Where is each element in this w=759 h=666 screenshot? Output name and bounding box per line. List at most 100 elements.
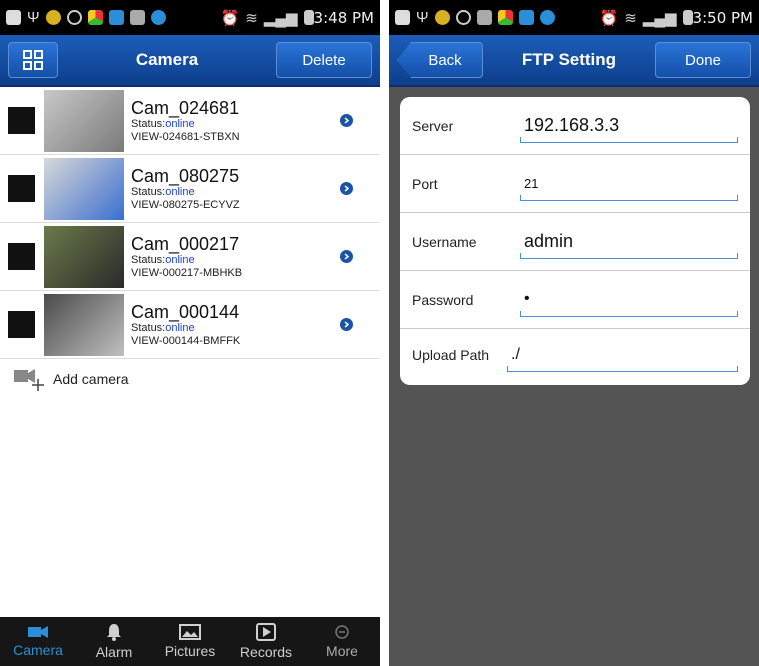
status-label: Status: [131, 118, 166, 131]
username-row: Username [400, 213, 750, 271]
camera-thumbnail [44, 225, 124, 288]
camera-list: Cam_024681 Status:online VIEW-024681-STBXN… [0, 87, 380, 359]
camera-row[interactable]: Cam_080275 Status:online VIEW-080275-ECYVZ [0, 155, 380, 223]
page-title: Camera [135, 50, 199, 69]
grid-view-button[interactable] [8, 42, 58, 78]
app-icon [434, 10, 450, 25]
upload-path-input[interactable] [511, 345, 738, 364]
back-button[interactable]: Back [397, 42, 483, 78]
page-title: FTP Setting [521, 50, 617, 69]
camera-list-screen: Ψ ⏰ ≋ ▂▄▆ 3:48 PM Camera Delete Cam_0246… [0, 0, 380, 666]
battery-icon [303, 10, 314, 25]
add-camera-label: Add camera [53, 371, 129, 387]
chevron-right-icon[interactable] [340, 182, 353, 195]
more-icon [335, 625, 349, 639]
camera-header: Camera Delete [0, 35, 380, 87]
app-icon [539, 10, 555, 25]
done-button[interactable]: Done [654, 42, 751, 78]
camera-uid: VIEW-000144-BMFFK [131, 334, 241, 347]
upload-path-label: Upload Path [412, 347, 490, 363]
password-input[interactable] [524, 290, 738, 308]
camera-checkbox[interactable] [8, 107, 35, 134]
notification-plus-icon [6, 10, 21, 25]
sync-icon [66, 10, 82, 25]
signal-icon: ▂▄▆ [263, 9, 298, 27]
app-icon [150, 10, 166, 25]
tab-label: Pictures [164, 643, 216, 659]
play-icon [256, 623, 276, 641]
chrome-icon [87, 10, 103, 25]
password-field-wrap [520, 283, 738, 317]
tab-alarm[interactable]: Alarm [76, 617, 152, 666]
ftp-form: Server Port Username Password Upload Pat… [400, 97, 750, 385]
clock: 3:50 PM [692, 8, 753, 27]
server-field-wrap [520, 109, 738, 143]
tab-label: More [326, 643, 358, 659]
username-field-wrap [520, 225, 738, 259]
upload-path-field-wrap [507, 338, 738, 372]
tab-camera[interactable]: Camera [0, 617, 76, 666]
add-camera-icon [14, 369, 44, 391]
camera-checkbox[interactable] [8, 175, 35, 202]
status-bar: Ψ ⏰ ≋ ▂▄▆ 3:48 PM [0, 0, 380, 35]
battery-icon [682, 10, 693, 25]
username-input[interactable] [524, 230, 738, 252]
chevron-right-icon[interactable] [340, 250, 353, 263]
picture-icon [179, 624, 201, 640]
chevron-right-icon[interactable] [340, 318, 353, 331]
status-icons: Ψ ⏰ ≋ ▂▄▆ [395, 9, 693, 27]
tab-label: Alarm [95, 644, 133, 660]
tab-label: Camera [13, 642, 63, 658]
camera-icon [28, 626, 48, 638]
username-label: Username [412, 233, 477, 250]
camera-row[interactable]: Cam_024681 Status:online VIEW-024681-STBXN [0, 87, 380, 155]
grid-icon [23, 50, 43, 70]
upload-path-row: Upload Path [400, 329, 750, 381]
bell-icon [107, 624, 121, 641]
back-label: Back [428, 51, 462, 69]
camera-checkbox[interactable] [8, 311, 35, 338]
wifi-icon: ≋ [245, 9, 258, 27]
port-field-wrap [520, 167, 738, 201]
alarm-icon: ⏰ [220, 9, 240, 27]
ftp-header: Back FTP Setting Done [389, 35, 759, 87]
password-label: Password [412, 291, 474, 308]
alarm-icon: ⏰ [599, 9, 619, 27]
camera-uid: VIEW-080275-ECYVZ [131, 198, 240, 211]
status-value: online [165, 322, 195, 335]
notification-plus-icon [395, 10, 410, 25]
status-value: online [165, 254, 195, 267]
port-label: Port [412, 175, 438, 192]
app-icon [45, 10, 61, 25]
wifi-icon: ≋ [624, 9, 637, 27]
status-value: online [165, 118, 195, 131]
image-icon [476, 10, 492, 25]
camera-row[interactable]: Cam_000217 Status:online VIEW-000217-MBHKB [0, 223, 380, 291]
status-label: Status: [131, 186, 166, 199]
camera-thumbnail [44, 293, 124, 356]
add-camera-button[interactable]: Add camera [0, 359, 380, 399]
status-label: Status: [131, 254, 166, 267]
image-icon [129, 10, 145, 25]
tab-pictures[interactable]: Pictures [152, 617, 228, 666]
signal-icon: ▂▄▆ [642, 9, 677, 27]
camera-checkbox[interactable] [8, 243, 35, 270]
usb-icon: Ψ [416, 9, 429, 26]
status-value: online [165, 186, 195, 199]
status-icons: Ψ ⏰ ≋ ▂▄▆ [6, 9, 314, 27]
password-row: Password [400, 271, 750, 329]
server-label: Server [412, 117, 454, 134]
ftp-setting-screen: Ψ ⏰ ≋ ▂▄▆ 3:50 PM Back FTP Setting Done … [389, 0, 759, 666]
app-icon [108, 10, 124, 25]
tab-records[interactable]: Records [228, 617, 304, 666]
clock: 3:48 PM [313, 8, 374, 27]
chevron-right-icon[interactable] [340, 114, 353, 127]
status-label: Status: [131, 322, 166, 335]
camera-thumbnail [44, 157, 124, 220]
camera-row[interactable]: Cam_000144 Status:online VIEW-000144-BMFFK [0, 291, 380, 359]
port-input[interactable] [524, 175, 738, 191]
server-input[interactable] [524, 114, 738, 136]
delete-button[interactable]: Delete [276, 42, 372, 78]
tab-more[interactable]: More [304, 617, 380, 666]
camera-uid: VIEW-024681-STBXN [131, 130, 240, 143]
